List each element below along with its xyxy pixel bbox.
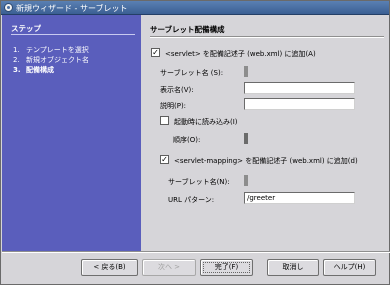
finish-button[interactable]: 完了(F)	[200, 259, 253, 276]
step-label: テンプレートを選択	[26, 46, 89, 54]
content-panel: サーブレット配備構成 ✓ <servlet> を配備記述子 (web.xml) …	[141, 15, 389, 251]
display-name-label: 表示名(V):	[160, 86, 194, 94]
servlet-name-label: サーブレット名 (S):	[160, 69, 224, 77]
cancel-button[interactable]: 取消し	[267, 259, 319, 276]
page-title: サーブレット配備構成	[150, 25, 225, 34]
steps-heading: ステップ	[11, 24, 41, 33]
back-button[interactable]: < 戻る(B)	[81, 259, 138, 276]
mapping-servlet-name-label: サーブレット名(N):	[168, 178, 230, 186]
add-mapping-label: <servlet-mapping> を配備記述子 (web.xml) に追加(d…	[174, 157, 358, 165]
step-item-1: 1. テンプレートを選択	[13, 45, 89, 55]
load-on-startup-label: 起動時に読み込み(I)	[174, 118, 238, 126]
footer-divider	[2, 251, 390, 252]
step-number: 2.	[13, 56, 20, 64]
step-number: 1.	[13, 46, 20, 54]
title-bar[interactable]: 新規ウィザード - サーブレット	[1, 1, 389, 15]
order-field	[244, 133, 248, 144]
order-label: 順序(O):	[173, 136, 201, 144]
mapping-servlet-name-field	[244, 175, 248, 186]
app-icon	[4, 3, 13, 12]
step-item-2: 2. 新規オブジェクト名	[13, 55, 89, 65]
url-pattern-input[interactable]: /greeter	[244, 192, 355, 204]
help-button[interactable]: ヘルプ(H)	[323, 259, 376, 276]
wizard-window: 新規ウィザード - サーブレット ステップ 1. テンプレートを選択 2. 新規オブ…	[0, 0, 390, 285]
step-label: 新規オブジェクト名	[26, 56, 89, 64]
load-on-startup-checkbox[interactable]	[160, 116, 169, 125]
add-servlet-label: <servlet> を配備記述子 (web.xml) に追加(A)	[165, 50, 316, 58]
add-servlet-checkbox[interactable]: ✓	[151, 48, 160, 57]
url-pattern-label: URL パターン:	[168, 196, 215, 204]
finish-button-label: 完了(F)	[214, 263, 239, 271]
description-label: 説明(P):	[160, 102, 187, 110]
steps-panel: ステップ 1. テンプレートを選択 2. 新規オブジェクト名 3. 配備構成	[2, 15, 141, 251]
description-input[interactable]	[244, 98, 355, 110]
window-title: 新規ウィザード - サーブレット	[16, 4, 128, 13]
step-item-3: 3. 配備構成	[13, 65, 54, 75]
servlet-name-field	[244, 66, 248, 77]
steps-divider	[11, 34, 135, 35]
display-name-input[interactable]	[244, 82, 355, 94]
title-divider	[150, 36, 384, 37]
step-number: 3.	[13, 66, 21, 74]
next-button[interactable]: 次へ >	[142, 259, 196, 276]
add-mapping-checkbox[interactable]: ✓	[160, 155, 169, 164]
step-label: 配備構成	[26, 66, 54, 74]
